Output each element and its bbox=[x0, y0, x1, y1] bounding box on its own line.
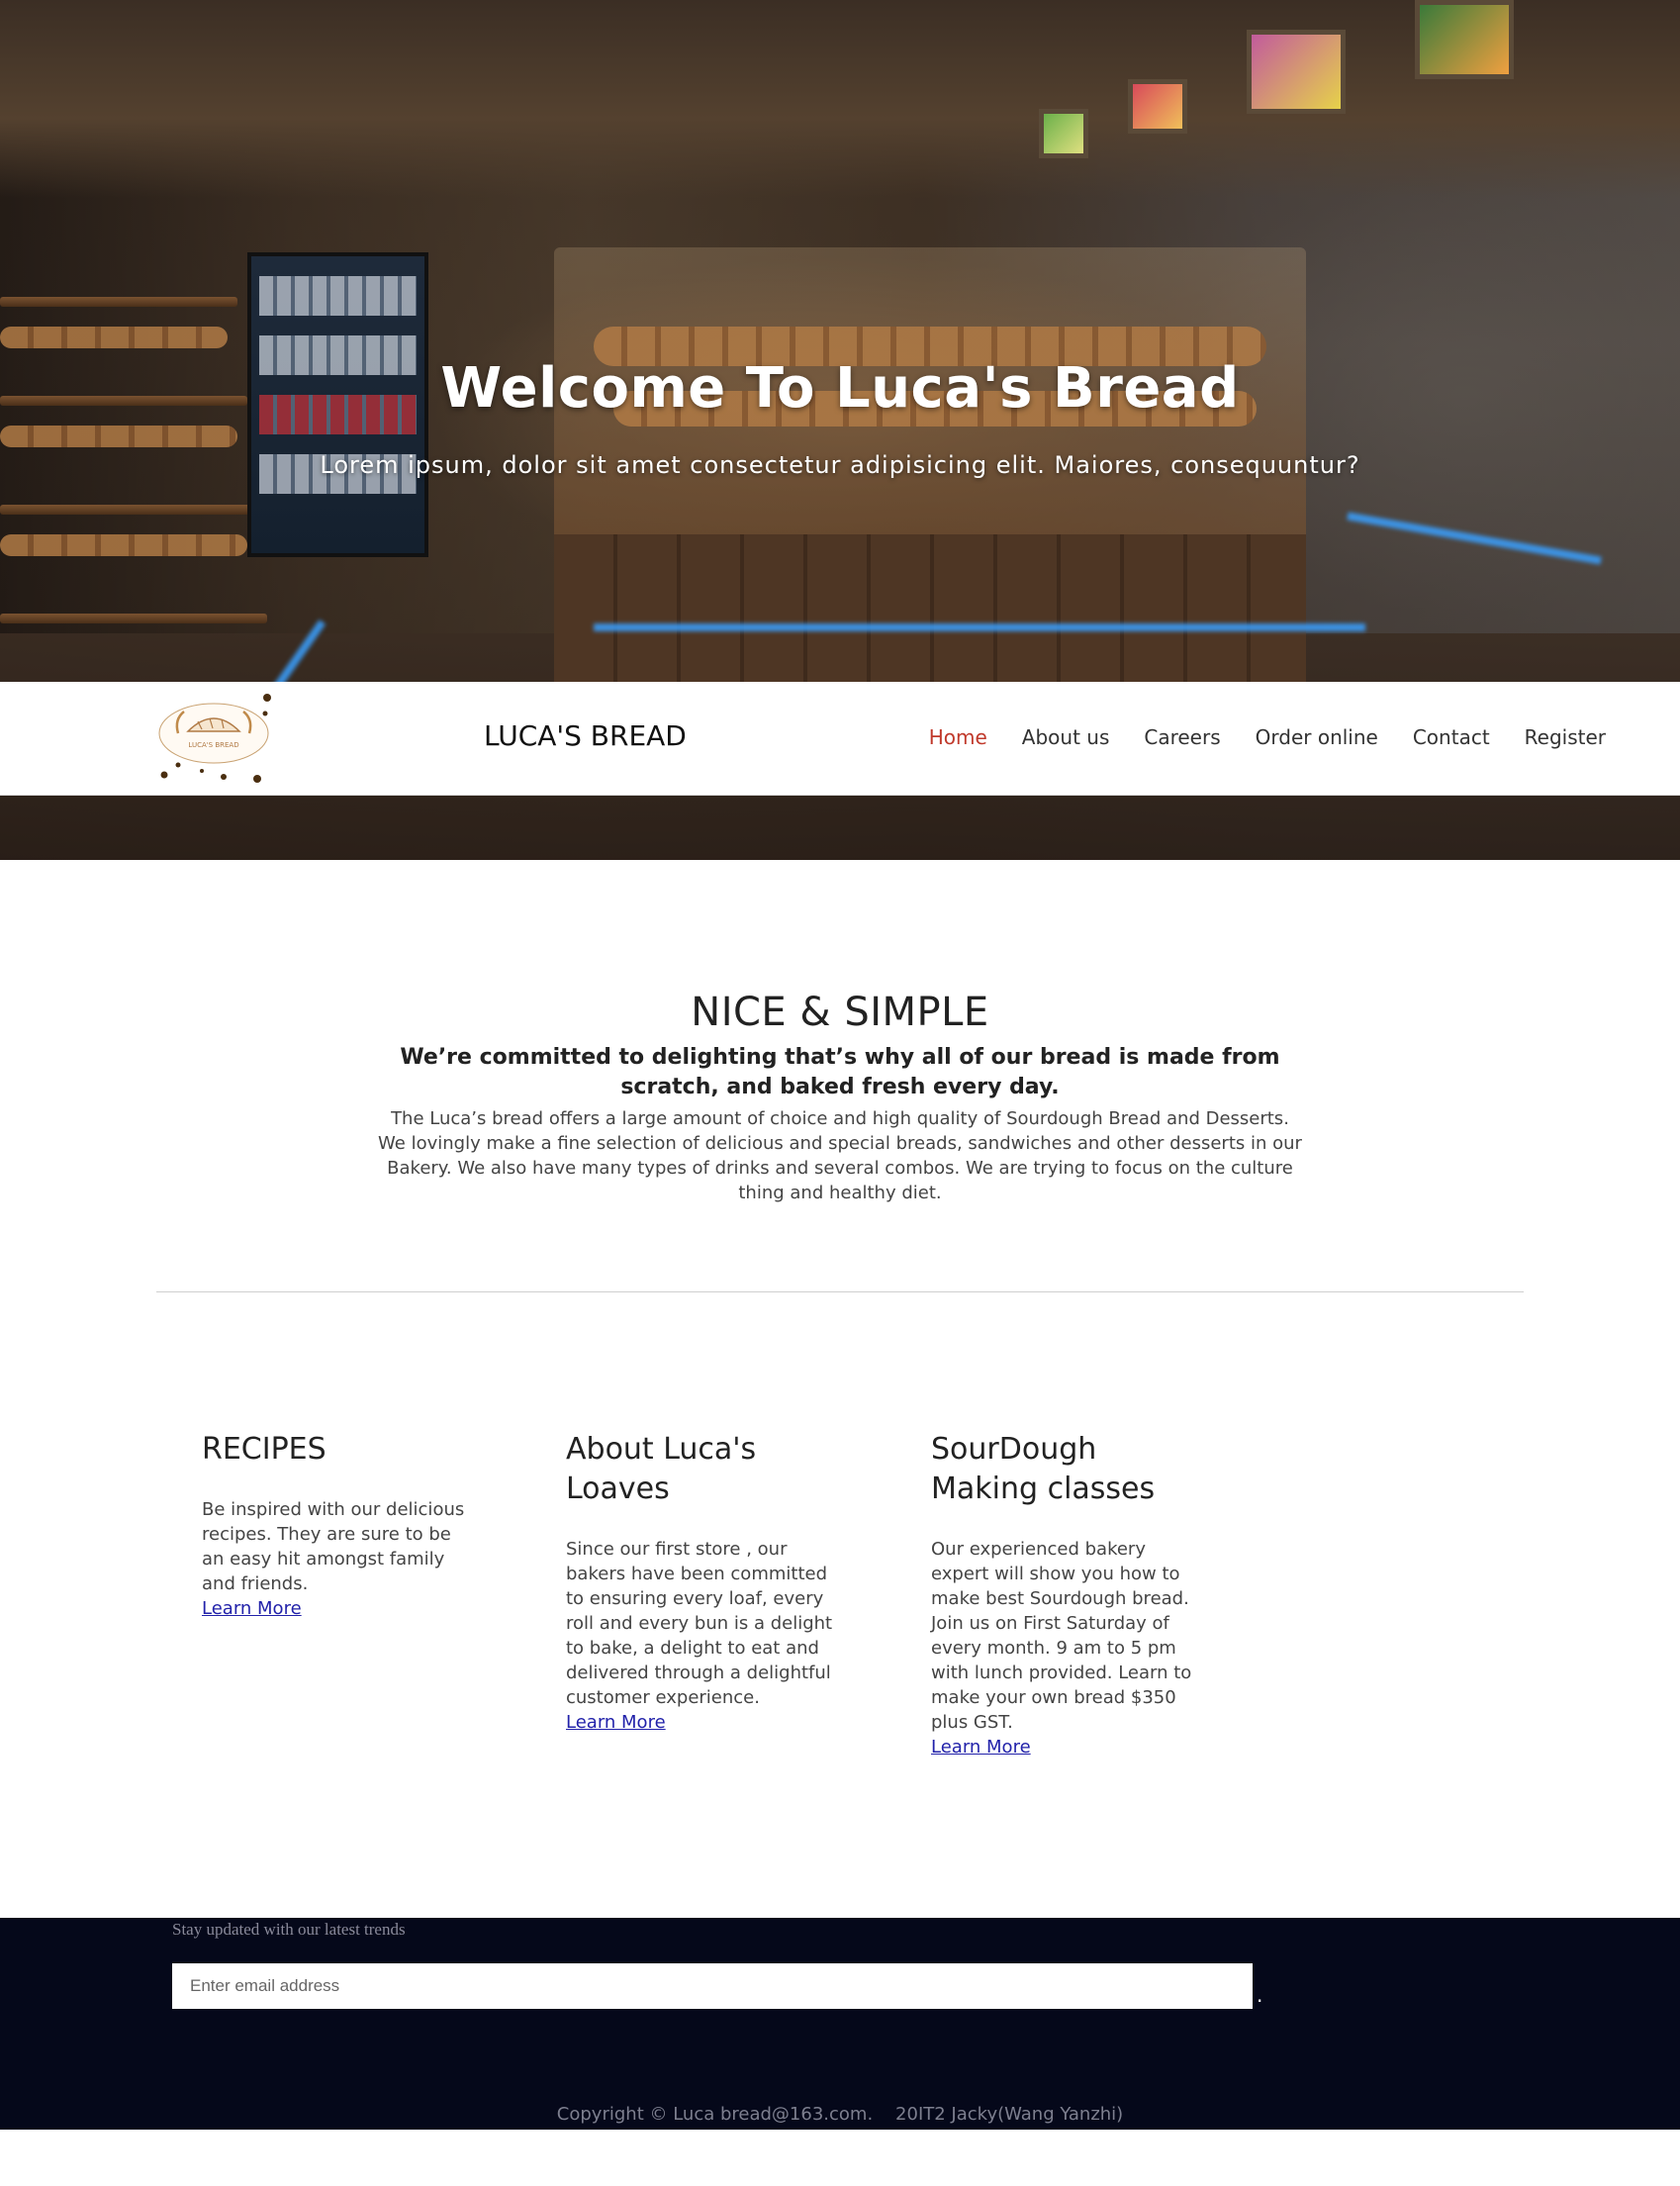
footer: Stay updated with our latest trends . Co… bbox=[0, 1918, 1680, 2130]
nav-about-us[interactable]: About us bbox=[1022, 725, 1110, 749]
wall-picture bbox=[1247, 30, 1346, 114]
card-text: Our experienced bakery expert will show … bbox=[931, 1539, 1192, 1733]
led-strip bbox=[1347, 512, 1602, 565]
navbar: LUCA'S BREAD LUCA'S BREAD Home About us … bbox=[0, 682, 1680, 796]
card-title: About Luca's Loaves bbox=[566, 1432, 757, 1506]
card-title: RECIPES bbox=[202, 1432, 327, 1467]
hero-title: Welcome To Luca's Bread bbox=[440, 356, 1240, 421]
svg-text:LUCA'S BREAD: LUCA'S BREAD bbox=[188, 741, 238, 749]
section-lead: We’re committed to delighting that’s why… bbox=[400, 1045, 1280, 1099]
shelf bbox=[0, 505, 257, 515]
card-text: Since our first store , our bakers have … bbox=[566, 1539, 833, 1708]
email-input[interactable] bbox=[172, 1963, 1253, 2009]
bread-row bbox=[0, 327, 228, 348]
wall-picture bbox=[1039, 109, 1088, 158]
nav-careers[interactable]: Careers bbox=[1144, 725, 1220, 749]
nav-order-online[interactable]: Order online bbox=[1256, 725, 1378, 749]
card-title: SourDough Making classes bbox=[931, 1432, 1156, 1506]
nav-home[interactable]: Home bbox=[929, 725, 987, 749]
led-strip bbox=[594, 623, 1365, 631]
learn-more-link[interactable]: Learn More bbox=[566, 1712, 666, 1733]
section-heading: NICE & SIMPLE bbox=[691, 990, 989, 1035]
hero-subtitle: Lorem ipsum, dolor sit amet consectetur … bbox=[320, 451, 1360, 479]
bread-row bbox=[0, 534, 247, 556]
nav-menu: Home About us Careers Order online Conta… bbox=[894, 725, 1606, 749]
logo[interactable]: LUCA'S BREAD bbox=[156, 692, 275, 785]
shelf bbox=[0, 297, 237, 307]
wall-picture bbox=[1415, 0, 1514, 79]
copyright: Copyright © Luca bread@163.com. 20IT2 Ja… bbox=[556, 2104, 1124, 2125]
card-text: Be inspired with our delicious recipes. … bbox=[202, 1499, 465, 1594]
section-body: The Luca’s bread offers a large amount o… bbox=[378, 1108, 1302, 1203]
recipes-card: RECIPES Be inspired with our delicious r… bbox=[202, 1430, 469, 1621]
footer-dot: . bbox=[1257, 1983, 1263, 2007]
bread-row bbox=[0, 426, 237, 447]
logo-icon: LUCA'S BREAD bbox=[158, 694, 271, 783]
learn-more-link[interactable]: Learn More bbox=[931, 1737, 1031, 1758]
wall-picture bbox=[1128, 79, 1187, 134]
shelf bbox=[0, 614, 267, 623]
intro-section: NICE & SIMPLE We’re committed to delight… bbox=[376, 990, 1304, 1205]
classes-card: SourDough Making classes Our experienced… bbox=[931, 1430, 1198, 1759]
newsletter-tagline: Stay updated with our latest trends bbox=[172, 1920, 406, 1939]
nav-contact[interactable]: Contact bbox=[1413, 725, 1490, 749]
about-card: About Luca's Loaves Since our first stor… bbox=[566, 1430, 833, 1735]
nav-register[interactable]: Register bbox=[1525, 725, 1606, 749]
learn-more-link[interactable]: Learn More bbox=[202, 1598, 302, 1619]
brand-name[interactable]: LUCA'S BREAD bbox=[484, 719, 687, 752]
divider bbox=[156, 1291, 1524, 1292]
